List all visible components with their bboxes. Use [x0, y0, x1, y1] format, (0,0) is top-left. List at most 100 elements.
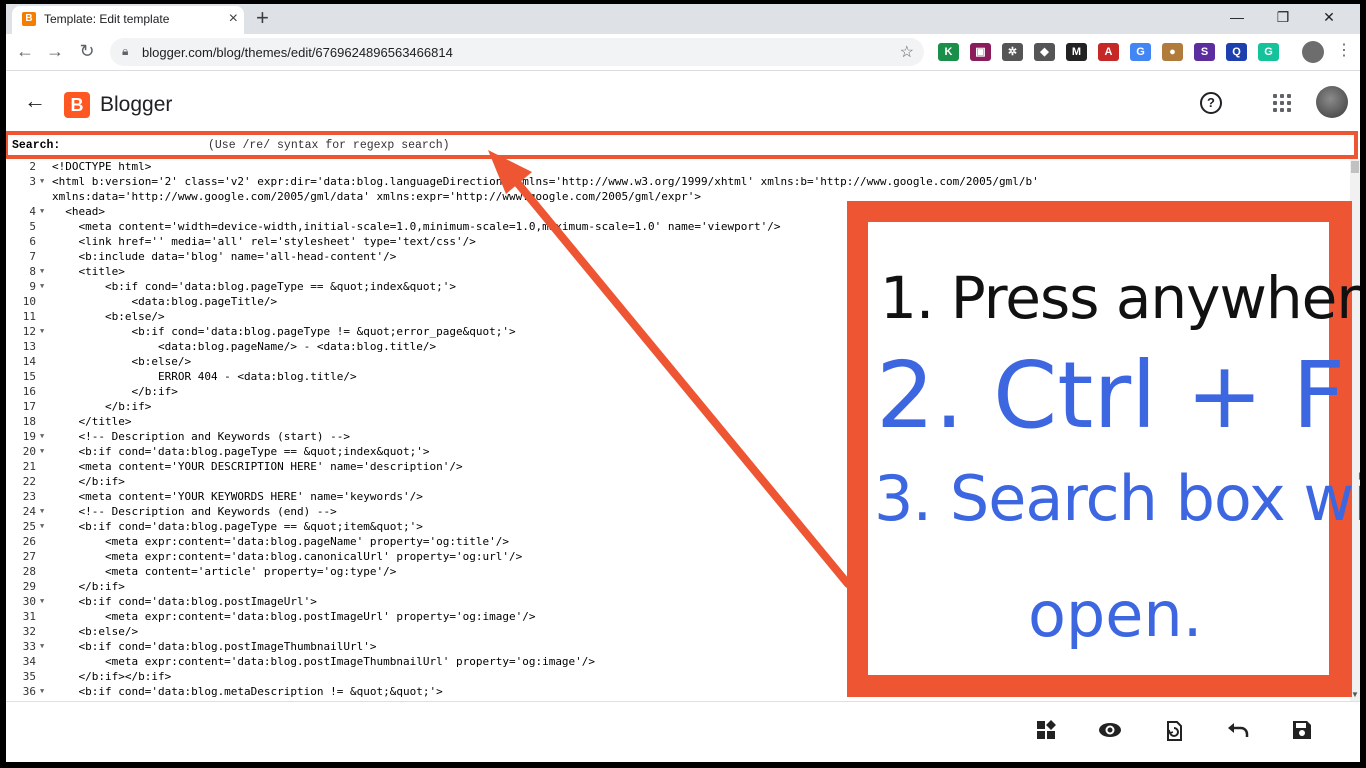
scroll-down-icon[interactable]: ▼: [1351, 690, 1359, 699]
line-number: 35: [22, 670, 36, 683]
code-text: <head>: [52, 205, 105, 218]
line-number: 36: [22, 685, 36, 698]
code-text: <b:if cond='data:blog.pageType == &quot;…: [52, 445, 430, 458]
code-text: ERROR 404 - <data:blog.title/>: [52, 370, 357, 383]
cookie-extension-icon[interactable]: ●: [1162, 43, 1183, 61]
line-number: 24: [22, 505, 36, 518]
line-number: 9: [29, 280, 36, 293]
line-number: 4: [29, 205, 36, 218]
m-extension-icon[interactable]: M: [1066, 43, 1087, 61]
code-text: <meta content='YOUR KEYWORDS HERE' name=…: [52, 490, 423, 503]
code-text: <b:if cond='data:blog.pageType != &quot;…: [52, 325, 516, 338]
tab-template-edit[interactable]: B Template: Edit template ×: [12, 6, 244, 34]
line-number: 11: [22, 310, 36, 323]
gear-extension-icon[interactable]: ✲: [1002, 43, 1023, 61]
line-number: 33: [22, 640, 36, 653]
puzzle-extension-icon[interactable]: ◆: [1034, 43, 1055, 61]
undo-icon[interactable]: [1226, 720, 1250, 744]
fold-toggle-icon[interactable]: ▼: [40, 504, 44, 519]
line-number: 17: [22, 400, 36, 413]
close-window-button[interactable]: ✕: [1306, 4, 1352, 34]
step-1-text: 1. Press anywhere.: [880, 264, 1360, 332]
blogger-logo-icon[interactable]: B: [64, 92, 90, 118]
fold-toggle-icon[interactable]: ▼: [40, 594, 44, 609]
code-text: <!-- Description and Keywords (start) --…: [52, 430, 351, 443]
fold-toggle-icon[interactable]: ▼: [40, 279, 44, 294]
code-text: <b:if cond='data:blog.metaDescription !=…: [52, 685, 443, 698]
minimize-button[interactable]: —: [1214, 4, 1260, 34]
save-icon[interactable]: [1290, 720, 1314, 744]
tab-close-icon[interactable]: ×: [229, 10, 238, 28]
code-text: xmlns:data='http://www.google.com/2005/g…: [52, 190, 702, 203]
fold-toggle-icon[interactable]: ▼: [40, 519, 44, 534]
line-number: 10: [22, 295, 36, 308]
code-text: <b:if cond='data:blog.postImageUrl'>: [52, 595, 317, 608]
preview-icon[interactable]: [1098, 720, 1122, 744]
scrollbar-thumb[interactable]: [1351, 161, 1359, 173]
browser-menu-icon[interactable]: ⋮: [1336, 40, 1352, 60]
fold-toggle-icon[interactable]: ▼: [40, 639, 44, 654]
line-number: 19: [22, 430, 36, 443]
url-text: blogger.com/blog/themes/edit/67696248965…: [142, 45, 453, 60]
grammarly-icon[interactable]: G: [1258, 43, 1279, 61]
fold-toggle-icon[interactable]: ▼: [40, 444, 44, 459]
search-label: Search:: [12, 139, 61, 152]
maximize-button[interactable]: ❐: [1260, 4, 1306, 34]
apps-grid-icon[interactable]: [1273, 94, 1291, 112]
tab-strip: B Template: Edit template × + — ❐ ✕: [6, 4, 1360, 34]
fold-toggle-icon[interactable]: ▼: [40, 324, 44, 339]
bookmark-star-icon[interactable]: ☆: [900, 42, 914, 62]
screen-recorder-icon[interactable]: ▣: [970, 43, 991, 61]
window-controls: — ❐ ✕: [1214, 4, 1352, 34]
code-text: <meta expr:content='data:blog.postImageT…: [52, 655, 596, 668]
restore-icon[interactable]: [1162, 720, 1186, 744]
line-number: 29: [22, 580, 36, 593]
step-3-continuation: open.: [1028, 578, 1203, 651]
code-text: <meta expr:content='data:blog.canonicalU…: [52, 550, 523, 563]
line-number: 26: [22, 535, 36, 548]
layout-icon[interactable]: [1034, 720, 1058, 744]
editor-bottom-toolbar: [6, 701, 1360, 762]
code-text: <b:if cond='data:blog.postImageThumbnail…: [52, 640, 377, 653]
code-text: <b:else/>: [52, 625, 139, 638]
s-extension-icon[interactable]: S: [1194, 43, 1215, 61]
reload-icon[interactable]: ↻: [76, 40, 98, 62]
fold-toggle-icon[interactable]: ▼: [40, 204, 44, 219]
blogger-header: ← B Blogger ?: [6, 72, 1360, 128]
brand-name: Blogger: [100, 93, 173, 116]
line-number: 15: [22, 370, 36, 383]
new-tab-button[interactable]: +: [256, 6, 269, 30]
line-number: 5: [29, 220, 36, 233]
user-avatar[interactable]: [1316, 86, 1348, 118]
address-bar[interactable]: 🔒︎ blogger.com/blog/themes/edit/67696248…: [110, 38, 924, 66]
code-text: </b:if>: [52, 400, 152, 413]
tab-title: Template: Edit template: [44, 12, 170, 26]
code-text: <meta expr:content='data:blog.postImageU…: [52, 610, 536, 623]
code-text: <data:blog.pageTitle/>: [52, 295, 278, 308]
line-number: 23: [22, 490, 36, 503]
forward-arrow-icon[interactable]: →: [44, 40, 66, 62]
browser-profile-avatar[interactable]: [1302, 41, 1324, 63]
code-text: <b:else/>: [52, 355, 192, 368]
help-icon[interactable]: ?: [1200, 92, 1222, 114]
translate-extension-icon[interactable]: G: [1130, 43, 1151, 61]
fold-toggle-icon[interactable]: ▼: [40, 174, 44, 189]
q-extension-icon[interactable]: Q: [1226, 43, 1247, 61]
back-icon[interactable]: ←: [24, 90, 46, 112]
line-number: 18: [22, 415, 36, 428]
fold-toggle-icon[interactable]: ▼: [40, 684, 44, 699]
blogger-favicon-icon: B: [22, 12, 36, 26]
a-extension-icon[interactable]: A: [1098, 43, 1119, 61]
fold-toggle-icon[interactable]: ▼: [40, 264, 44, 279]
search-bar[interactable]: Search: (Use /re/ syntax for regexp sear…: [6, 131, 1358, 159]
code-text: </title>: [52, 415, 132, 428]
code-text: </b:if>: [52, 475, 125, 488]
line-number: 20: [22, 445, 36, 458]
annotation-box: 1. Press anywhere. 2. Ctrl + F 3. Search…: [847, 201, 1360, 697]
browser-window: B Template: Edit template × + — ❐ ✕ ← → …: [6, 4, 1360, 762]
k-extension-icon[interactable]: K: [938, 43, 959, 61]
back-arrow-icon[interactable]: ←: [14, 40, 36, 62]
code-text: <title>: [52, 265, 125, 278]
line-number: 6: [29, 235, 36, 248]
fold-toggle-icon[interactable]: ▼: [40, 429, 44, 444]
